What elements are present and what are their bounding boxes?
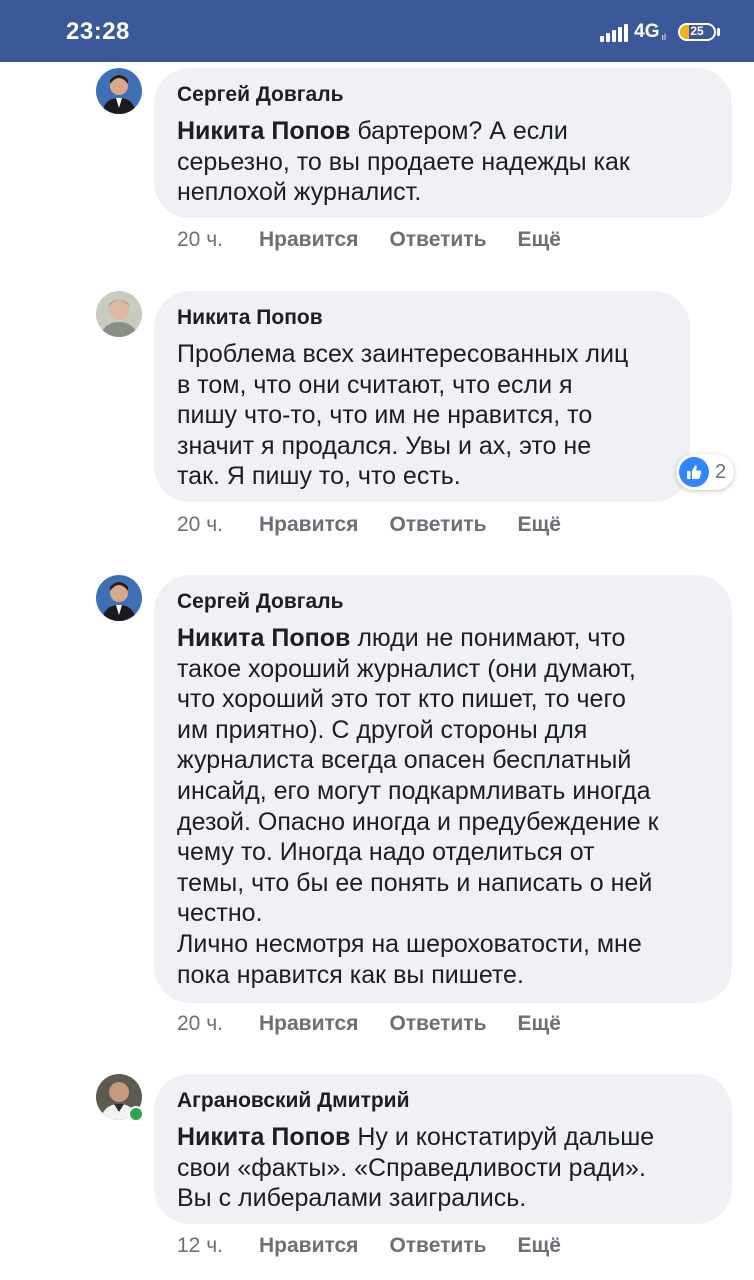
status-indicators: 4G ıl 25	[600, 20, 720, 44]
status-bar: 23:28 4G ıl 25	[0, 0, 754, 62]
comment-time[interactable]: 20 ч.	[177, 228, 259, 252]
comment-author[interactable]: Сергей Довгаль	[177, 82, 708, 108]
comment-actions: 20 ч. Нравится Ответить Ещё	[177, 228, 592, 252]
like-button[interactable]: Нравится	[259, 228, 358, 252]
signal-icon	[600, 22, 629, 42]
comment-time[interactable]: 20 ч.	[177, 513, 259, 537]
comment-author[interactable]: Никита Попов	[177, 305, 666, 331]
online-status-icon	[128, 1106, 144, 1122]
like-button[interactable]: Нравится	[259, 513, 358, 537]
like-button[interactable]: Нравится	[259, 1234, 358, 1258]
battery-tip	[717, 28, 720, 36]
comment-body: Проблема всех заинтересованных лиц в том…	[177, 340, 629, 491]
battery-icon: 25	[678, 23, 716, 41]
battery-level: 25	[690, 24, 704, 38]
comment-actions: 12 ч. Нравится Ответить Ещё	[177, 1234, 592, 1258]
mention-link[interactable]: Никита Попов	[177, 117, 350, 145]
comment-author[interactable]: Сергей Довгаль	[177, 589, 708, 615]
like-icon	[679, 457, 709, 487]
avatar[interactable]	[96, 575, 142, 621]
comment-actions: 20 ч. Нравится Ответить Ещё	[177, 513, 592, 537]
comment-time[interactable]: 20 ч.	[177, 1012, 259, 1036]
more-button[interactable]: Ещё	[517, 1234, 560, 1258]
mention-link[interactable]: Никита Попов	[177, 624, 350, 652]
comment-body: люди не понимают, что такое хороший журн…	[177, 624, 659, 989]
reaction-summary[interactable]: 2	[676, 454, 734, 490]
more-button[interactable]: Ещё	[517, 513, 560, 537]
more-button[interactable]: Ещё	[517, 228, 560, 252]
reply-button[interactable]: Ответить	[389, 1234, 486, 1258]
comment-author[interactable]: Аграновский Дмитрий	[177, 1088, 708, 1114]
avatar[interactable]	[96, 291, 142, 337]
comment-text: Никита Попов Ну и констатируй дальше сво…	[177, 1122, 708, 1214]
reply-button[interactable]: Ответить	[389, 228, 486, 252]
comment-bubble: Аграновский Дмитрий Никита Попов Ну и ко…	[154, 1074, 732, 1224]
network-type: 4G	[634, 21, 660, 42]
reaction-count: 2	[715, 460, 727, 483]
network-activity-icon: ıl	[661, 32, 667, 42]
avatar[interactable]	[96, 68, 142, 114]
comment-actions: 20 ч. Нравится Ответить Ещё	[177, 1012, 592, 1036]
comment-bubble: Никита Попов Проблема всех заинтересован…	[154, 291, 690, 502]
comment-text: Никита Попов бартером? А если серьезно, …	[177, 116, 708, 208]
comment-text: Никита Попов люди не понимают, что такое…	[177, 623, 708, 990]
comment-bubble: Сергей Довгаль Никита Попов бартером? А …	[154, 68, 732, 218]
status-time: 23:28	[66, 18, 130, 45]
comment-bubble: Сергей Довгаль Никита Попов люди не пони…	[154, 575, 732, 1003]
reply-button[interactable]: Ответить	[389, 513, 486, 537]
reply-button[interactable]: Ответить	[389, 1012, 486, 1036]
comment-time[interactable]: 12 ч.	[177, 1234, 259, 1258]
more-button[interactable]: Ещё	[517, 1012, 560, 1036]
like-button[interactable]: Нравится	[259, 1012, 358, 1036]
mention-link[interactable]: Никита Попов	[177, 1123, 350, 1151]
